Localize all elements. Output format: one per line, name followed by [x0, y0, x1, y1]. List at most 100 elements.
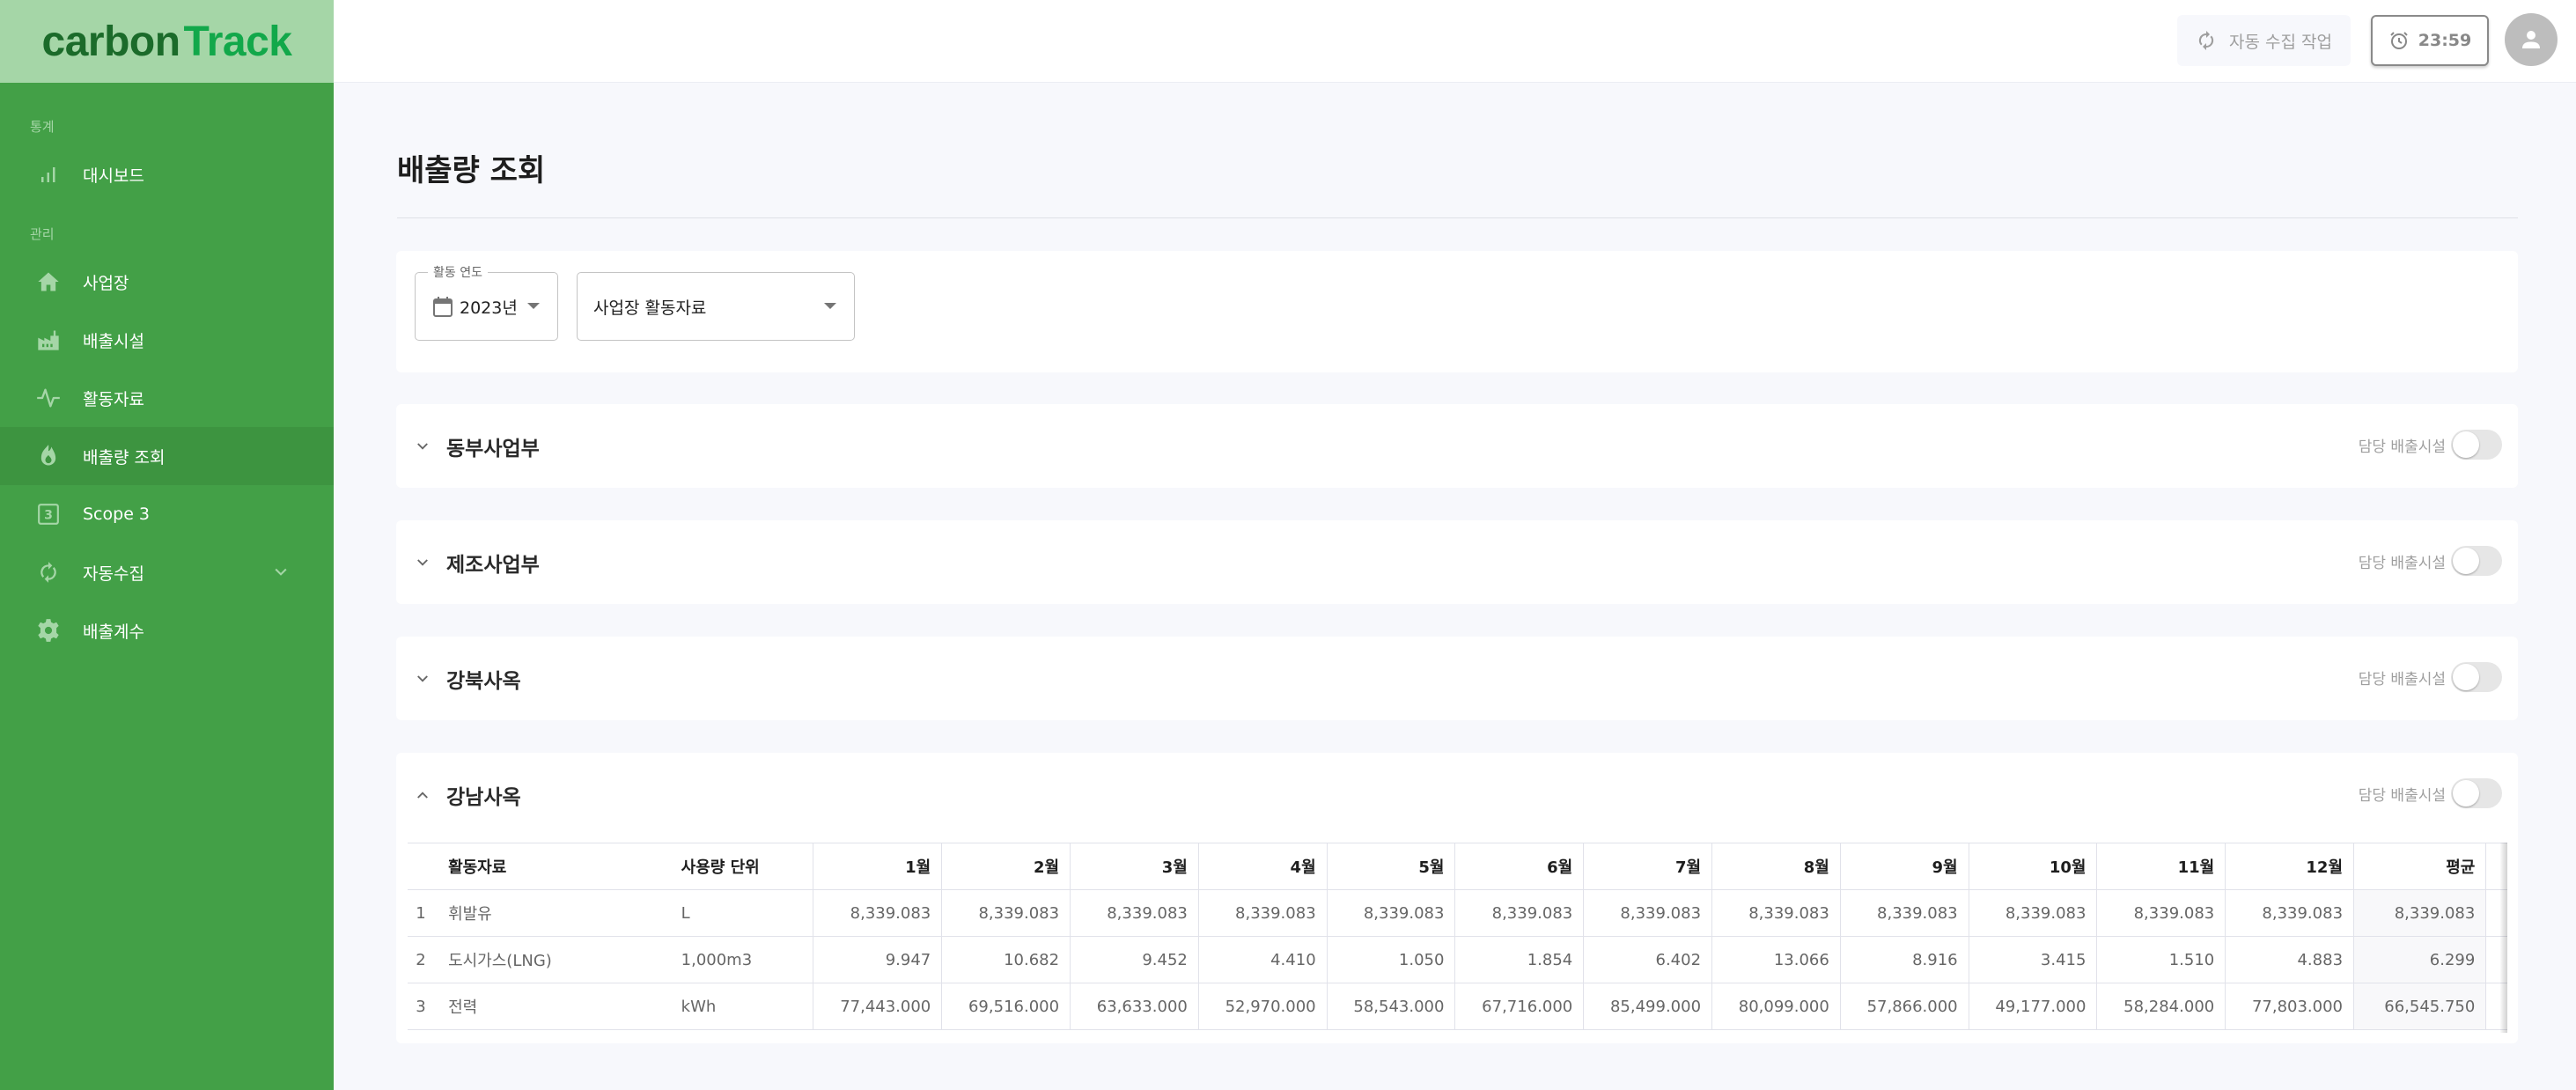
month-value-cell: 1.510	[2096, 936, 2226, 983]
column-header-month: 1월	[813, 843, 942, 890]
site-accordion: 강북사옥 담당 배출시설	[396, 637, 2518, 720]
unit-cell: 1,000m3	[681, 936, 813, 983]
activity-data-table: 활동자료 사용량 단위 1월 2월 3월 4월 5월 6월 7월 8월 9월 1…	[408, 843, 2507, 1030]
month-value-cell: 58,543.000	[1326, 983, 1455, 1030]
site-accordion-header[interactable]: 제조사업부	[396, 520, 2518, 604]
sidebar-item-sites[interactable]: 사업장	[0, 253, 334, 311]
data-type-value: 사업장 활동자료	[593, 298, 707, 318]
logo-text-track: Track	[183, 18, 292, 65]
sidebar-item-label: 배출량 조회	[83, 447, 166, 468]
site-accordion-header[interactable]: 동부사업부	[396, 404, 2518, 488]
column-header-month: 4월	[1197, 843, 1328, 890]
logo[interactable]: carbon Track	[0, 0, 334, 83]
month-value-cell: 63,633.000	[1070, 983, 1199, 1030]
dropdown-arrow-icon	[527, 303, 540, 309]
flame-icon	[35, 443, 62, 469]
column-header-unit: 사용량 단위	[681, 843, 813, 890]
table-header-row: 활동자료 사용량 단위 1월 2월 3월 4월 5월 6월 7월 8월 9월 1…	[408, 843, 2507, 890]
dropdown-arrow-icon	[824, 303, 836, 309]
site-name: 강남사옥	[446, 785, 521, 809]
month-value-cell: 8,339.083	[2225, 889, 2354, 937]
activity-name-cell: 휘발유	[434, 889, 681, 937]
average-value-cell: 66,545.750	[2353, 983, 2486, 1030]
title-divider	[397, 217, 2518, 218]
site-name: 강북사옥	[446, 669, 521, 693]
top-header: 자동 수집 작업 23:59	[334, 0, 2576, 83]
sidebar-item-label: 사업장	[83, 273, 129, 293]
sidebar-item-label: 자동수집	[83, 563, 144, 584]
row-index: 1	[408, 889, 435, 937]
month-value-cell: 8.916	[1839, 936, 1969, 983]
table-row[interactable]: 1 휘발유 L 8,339.083 8,339.083 8,339.083 8,339.08…	[408, 889, 2507, 937]
activity-name-cell: 도시가스(LNG)	[434, 936, 681, 983]
month-value-cell: 67,716.000	[1454, 983, 1584, 1030]
data-type-select[interactable]: 사업장 활동자료	[577, 272, 855, 341]
table-row[interactable]: 3 전력 kWh 77,443.000 69,516.000 63,633.000 52,9…	[408, 983, 2507, 1030]
assigned-facilities-toggle[interactable]	[2451, 662, 2502, 692]
sidebar-item-activity-data[interactable]: 활동자료	[0, 369, 334, 427]
month-value-cell: 8,339.083	[1711, 889, 1841, 937]
sidebar-item-facilities[interactable]: 배출시설	[0, 311, 334, 369]
assigned-facilities-toggle[interactable]	[2451, 778, 2502, 808]
month-value-cell: 9.947	[813, 936, 942, 983]
unit-cell: L	[681, 889, 813, 937]
sidebar: carbon Track 통계 대시보드 관리 사업장 배출시설 활동자료 배출량…	[0, 0, 334, 1090]
toggle-knob	[2453, 548, 2479, 574]
assigned-facilities-label: 담당 배출시설	[2358, 670, 2446, 689]
month-value-cell: 80,099.000	[1711, 983, 1841, 1030]
sidebar-section-manage: 관리	[30, 226, 55, 242]
column-header-average: 평균	[2353, 843, 2486, 890]
sidebar-item-label: 배출시설	[83, 331, 144, 351]
alarm-clock-icon	[2388, 30, 2410, 51]
sidebar-item-scope3[interactable]: 3 Scope 3	[0, 485, 334, 543]
month-value-cell: 6.402	[1583, 936, 1712, 983]
chevron-down-icon[interactable]	[272, 563, 290, 584]
activity-year-select[interactable]: 활동 연도 2023년	[415, 263, 558, 341]
month-value-cell: 57,866.000	[1839, 983, 1969, 1030]
month-value-cell: 1.050	[1326, 936, 1455, 983]
toggle-knob	[2453, 664, 2479, 690]
month-value-cell: 8,339.083	[1197, 889, 1328, 937]
chevron-down-icon	[414, 555, 431, 571]
month-value-cell: 8,339.083	[1326, 889, 1455, 937]
assigned-facilities-toggle[interactable]	[2451, 430, 2502, 460]
unit-cell: kWh	[681, 983, 813, 1030]
toggle-knob	[2453, 431, 2479, 458]
bar-chart-icon	[35, 161, 62, 188]
month-value-cell: 8,339.083	[1839, 889, 1969, 937]
column-header-month: 10월	[1968, 843, 2097, 890]
sidebar-item-auto-collect[interactable]: 자동수집	[0, 543, 334, 601]
month-value-cell: 4.883	[2225, 936, 2354, 983]
home-icon	[35, 269, 62, 295]
sidebar-item-dashboard[interactable]: 대시보드	[0, 145, 334, 203]
table-row[interactable]: 2 도시가스(LNG) 1,000m3 9.947 10.682 9.452 4.410 1.…	[408, 936, 2507, 983]
month-value-cell: 77,803.000	[2225, 983, 2354, 1030]
auto-collect-jobs-label: 자동 수집 작업	[2229, 32, 2332, 52]
site-accordion: 제조사업부 담당 배출시설	[396, 520, 2518, 604]
sync-icon	[2196, 30, 2217, 51]
sidebar-item-emission-factors[interactable]: 배출계수	[0, 601, 334, 659]
month-value-cell: 1.854	[1454, 936, 1584, 983]
schedule-time-button[interactable]: 23:59	[2371, 15, 2489, 66]
column-header-month: 3월	[1070, 843, 1199, 890]
average-value-cell: 6.299	[2353, 936, 2486, 983]
month-value-cell: 8,339.083	[1968, 889, 2097, 937]
user-avatar[interactable]	[2505, 13, 2558, 66]
month-value-cell: 9.452	[1070, 936, 1199, 983]
auto-collect-jobs-button[interactable]: 자동 수집 작업	[2177, 15, 2351, 66]
average-value-cell: 8,339.083	[2353, 889, 2486, 937]
month-value-cell: 8,339.083	[2096, 889, 2226, 937]
sticky-column-shadow	[2500, 843, 2507, 1033]
month-value-cell: 52,970.000	[1197, 983, 1328, 1030]
site-accordion-header[interactable]: 강남사옥	[396, 753, 2518, 836]
month-value-cell: 69,516.000	[941, 983, 1071, 1030]
assigned-facilities-toggle-group: 담당 배출시설	[2359, 430, 2502, 460]
site-accordion-header[interactable]: 강북사옥	[396, 637, 2518, 720]
user-icon	[2518, 26, 2544, 53]
column-header-index	[408, 843, 435, 890]
sidebar-item-emissions-lookup[interactable]: 배출량 조회	[0, 427, 334, 485]
assigned-facilities-toggle[interactable]	[2451, 546, 2502, 576]
activity-pulse-icon	[35, 385, 62, 411]
assigned-facilities-toggle-group: 담당 배출시설	[2359, 662, 2502, 692]
month-value-cell: 13.066	[1711, 936, 1841, 983]
